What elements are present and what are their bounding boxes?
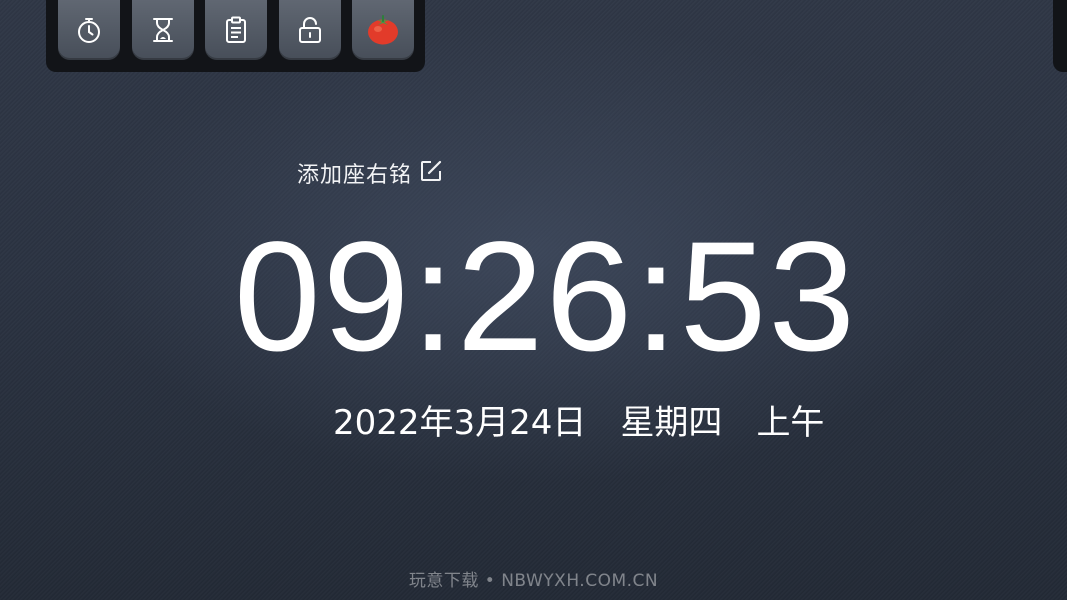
motto-label: 添加座右铭 (297, 163, 413, 188)
lock-icon (296, 15, 324, 45)
clipboard-icon (224, 15, 248, 45)
clipboard-button[interactable] (205, 0, 267, 60)
tomato-icon (366, 14, 400, 46)
add-motto-button[interactable]: 添加座右铭 (297, 158, 444, 188)
tomato-button[interactable] (352, 0, 414, 60)
weekday-text: 星期四 (620, 402, 723, 443)
date-line: 2022年3月24日 星期四 上午 (333, 396, 825, 443)
hourglass-button[interactable] (132, 0, 194, 60)
lock-button[interactable] (279, 0, 341, 60)
hourglass-icon (151, 15, 175, 45)
period-text: 上午 (756, 402, 825, 443)
right-panel-edge (1053, 0, 1067, 72)
date-text: 2022年3月24日 (333, 402, 587, 443)
toolbar (46, 0, 425, 72)
stopwatch-icon (75, 15, 103, 45)
stopwatch-button[interactable] (58, 0, 120, 60)
clock-time: 09:26:53 (233, 210, 858, 384)
watermark: 玩意下载 • NBWYXH.COM.CN (408, 571, 659, 591)
edit-icon (418, 158, 444, 188)
